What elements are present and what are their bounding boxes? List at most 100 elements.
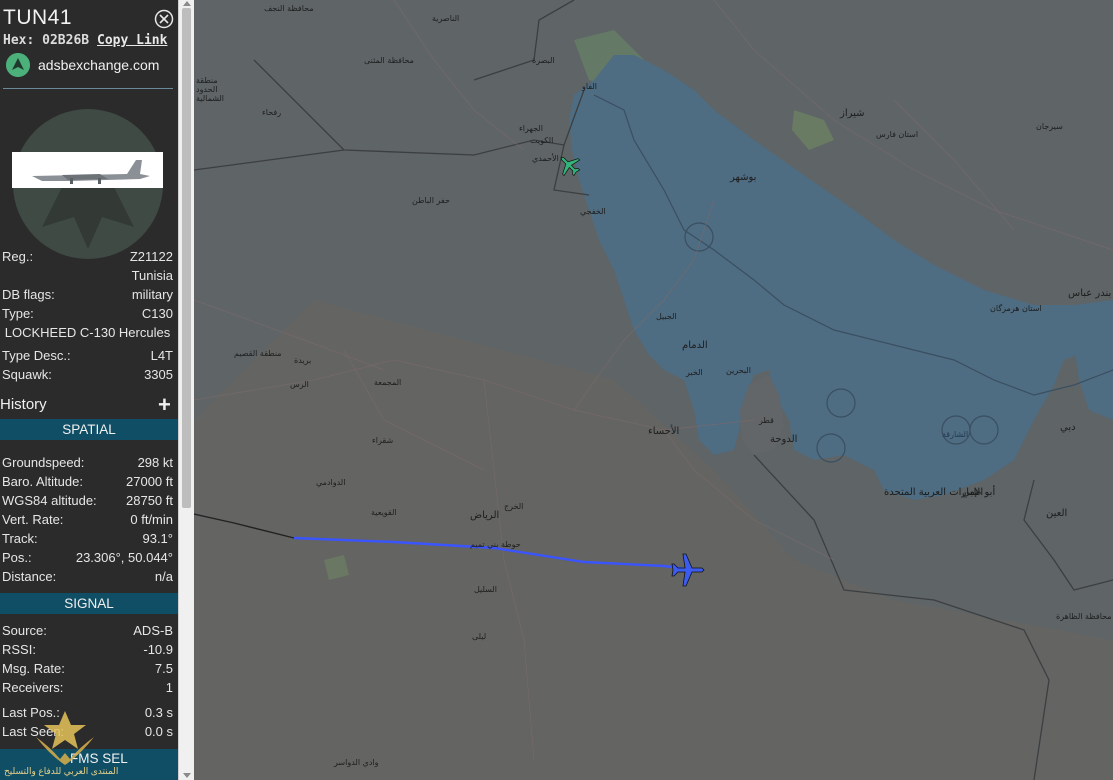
- detail-row-registration: Reg.: Z21122: [2, 249, 173, 268]
- signal-value: 0.0 s: [144, 724, 173, 739]
- signal-key: Last Pos.:: [2, 705, 60, 720]
- detail-row-type-name: LOCKHEED C-130 Hercules: [2, 325, 173, 344]
- signal-key: RSSI:: [2, 642, 36, 657]
- map-label: شقراء: [372, 436, 394, 445]
- close-icon[interactable]: [154, 9, 174, 29]
- spatial-key: Track:: [2, 531, 38, 546]
- map-label: المجمعة: [374, 378, 402, 387]
- signal-key: Last Seen:: [2, 724, 65, 739]
- map-label: وادي الدواسر: [334, 758, 379, 767]
- spatial-key: WGS84 altitude:: [2, 493, 97, 508]
- signal-section-header[interactable]: SIGNAL: [0, 593, 178, 614]
- signal-value: 1: [165, 680, 173, 695]
- adsbexchange-link[interactable]: adsbexchange.com: [38, 57, 159, 73]
- spatial-row-distance: Distance: n/a: [2, 569, 173, 588]
- map-label: الكويت: [530, 136, 554, 145]
- map-label: الرياض: [470, 510, 500, 521]
- map-label: الدمام: [682, 340, 708, 351]
- map-label: رفحاء: [262, 108, 282, 117]
- expand-plus-icon[interactable]: +: [158, 392, 171, 418]
- map-label: ليلى: [472, 632, 487, 641]
- map-label: الرس: [290, 380, 309, 389]
- signal-row-receivers: Receivers: 1: [2, 680, 173, 699]
- map-label: أبو ظبي: [962, 487, 996, 498]
- spatial-key: Vert. Rate:: [2, 512, 64, 527]
- map-canvas[interactable]: [194, 0, 1113, 780]
- signal-row-source: Source: ADS-B: [2, 623, 173, 642]
- spatial-row-track: Track: 93.1°: [2, 531, 173, 550]
- map-label: الخبر: [686, 368, 703, 377]
- signal-value: -10.9: [143, 642, 173, 657]
- detail-key: Type:: [2, 306, 34, 321]
- forum-watermark-text: المنتدى العربي للدفاع والتسليح: [4, 766, 119, 776]
- map-label: البصرة: [532, 56, 555, 65]
- map-label: الخرج: [504, 502, 524, 511]
- map-label: سيرجان: [1036, 122, 1063, 131]
- map-label: السليل: [474, 585, 497, 594]
- scroll-down-icon[interactable]: [183, 773, 191, 778]
- signal-key: Source:: [2, 623, 47, 638]
- detail-value: Z21122: [129, 249, 173, 264]
- map-label: العين: [1046, 508, 1068, 519]
- detail-row-type-desc: Type Desc.: L4T: [2, 348, 173, 367]
- spatial-row-groundspeed: Groundspeed: 298 kt: [2, 455, 173, 474]
- map-label: استان فارس: [876, 130, 919, 139]
- hex-code: 02B26B: [42, 33, 90, 48]
- aircraft-info-sidebar: TUN41 Hex: 02B26B Copy Link adsbexchange…: [0, 0, 178, 780]
- spatial-key: Baro. Altitude:: [2, 474, 83, 489]
- detail-row-db-flags: DB flags: military: [2, 287, 173, 306]
- spatial-key: Groundspeed:: [2, 455, 85, 470]
- spatial-value: n/a: [154, 569, 173, 584]
- detail-value: military: [131, 287, 173, 302]
- scroll-up-icon[interactable]: [183, 1, 191, 6]
- spatial-row-wgs84-altitude: WGS84 altitude: 28750 ft: [2, 493, 173, 512]
- map-label: شيراز: [840, 108, 865, 119]
- map-label: الدوحة: [770, 434, 798, 445]
- map-label: الفاو: [582, 82, 598, 91]
- map-label: القويعية: [371, 508, 397, 517]
- scrollbar-thumb[interactable]: [182, 8, 191, 508]
- detail-key: Reg.:: [2, 249, 34, 264]
- map-label: منطقة الحدود الشمالية: [196, 76, 224, 103]
- map-label: الجهراء: [519, 124, 543, 133]
- signal-value: ADS-B: [133, 623, 173, 638]
- history-header[interactable]: History +: [0, 392, 178, 418]
- spatial-value: 28750 ft: [126, 493, 173, 508]
- map-view[interactable]: محافظة النجف الناصرية محافظة المثنى البص…: [194, 0, 1113, 780]
- fms-sel-label: FMS SEL: [70, 751, 128, 766]
- detail-key: Squawk:: [2, 367, 52, 382]
- hex-label: Hex:: [3, 33, 35, 48]
- signal-row-msg-rate: Msg. Rate: 7.5: [2, 661, 173, 680]
- sidebar-scrollbar[interactable]: [178, 0, 194, 780]
- detail-value: Tunisia: [131, 268, 173, 283]
- map-label: الجبيل: [656, 312, 677, 321]
- signal-row-last-pos: Last Pos.: 0.3 s: [2, 705, 173, 724]
- app-root: TUN41 Hex: 02B26B Copy Link adsbexchange…: [0, 0, 1113, 780]
- map-label: قطر: [759, 416, 774, 425]
- map-label: بوشهر: [730, 172, 757, 183]
- map-label: البحرين: [726, 366, 751, 375]
- callsign: TUN41: [3, 6, 73, 29]
- map-label: محافظة الظاهرة: [1056, 612, 1112, 621]
- detail-value: L4T: [150, 348, 173, 363]
- adsbexchange-logo-icon[interactable]: [6, 53, 30, 77]
- history-label: History: [0, 396, 47, 413]
- map-label: منطقة القصيم: [234, 349, 282, 358]
- map-label: الناصرية: [432, 14, 460, 23]
- map-label: الدوادمي: [316, 478, 346, 487]
- copy-link[interactable]: Copy Link: [97, 33, 167, 48]
- signal-value: 0.3 s: [144, 705, 173, 720]
- aircraft-photo[interactable]: [12, 152, 163, 188]
- detail-row-type: Type: C130: [2, 306, 173, 325]
- map-label: دبي: [1060, 422, 1076, 433]
- signal-key: Receivers:: [2, 680, 64, 695]
- map-label: بريدة: [294, 356, 312, 365]
- map-label: محافظة المثنى: [364, 56, 414, 65]
- signal-value: 7.5: [154, 661, 173, 676]
- spatial-value: 93.1°: [142, 531, 173, 546]
- detail-value: 3305: [144, 367, 173, 382]
- spatial-key: Pos.:: [2, 550, 32, 565]
- map-label: الأحمدي: [532, 154, 559, 163]
- detail-row-squawk: Squawk: 3305: [2, 367, 173, 386]
- spatial-section-header[interactable]: SPATIAL: [0, 419, 178, 440]
